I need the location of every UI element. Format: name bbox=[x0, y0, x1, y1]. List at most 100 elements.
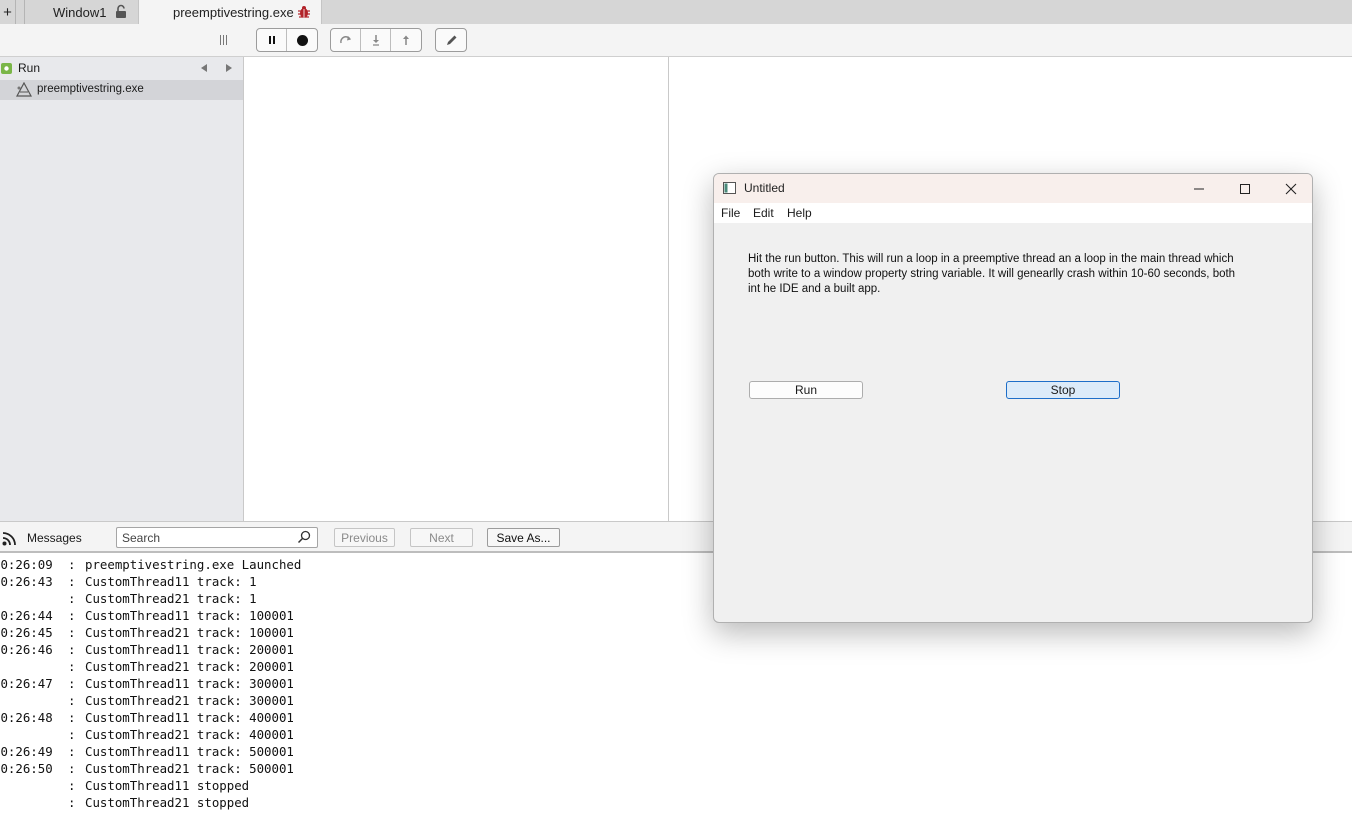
log-timestamp: 20:26:47 bbox=[0, 676, 53, 691]
pause-button[interactable] bbox=[257, 29, 287, 51]
log-timestamp: 20:26:49 bbox=[0, 744, 53, 759]
log-line: 20:26:09: preemptivestring.exe Launched bbox=[0, 555, 712, 572]
next-button[interactable]: Next bbox=[410, 528, 473, 547]
log-message: CustomThread11 track: 500001 bbox=[85, 744, 294, 759]
search-input[interactable] bbox=[117, 528, 287, 547]
minimize-icon[interactable] bbox=[1192, 182, 1206, 196]
log-message: CustomThread21 track: 400001 bbox=[85, 727, 294, 742]
menu-file[interactable]: File bbox=[721, 206, 740, 220]
log-line: 20:26:49: CustomThread11 track: 500001 bbox=[0, 742, 712, 759]
close-icon[interactable] bbox=[1283, 181, 1299, 197]
log-timestamp: 20:26:44 bbox=[0, 608, 53, 623]
pause-icon bbox=[268, 36, 275, 44]
log-message: CustomThread21 track: 1 bbox=[85, 591, 257, 606]
log-message: CustomThread21 track: 300001 bbox=[85, 693, 294, 708]
log-separator: : bbox=[68, 693, 76, 708]
grip-icon[interactable] bbox=[219, 34, 229, 46]
add-tab-button[interactable]: + bbox=[0, 0, 16, 24]
log-separator: : bbox=[68, 676, 76, 691]
log-message: CustomThread11 track: 300001 bbox=[85, 676, 294, 691]
log-line: 20:26:46: CustomThread11 track: 200001 bbox=[0, 640, 712, 657]
search-icon[interactable] bbox=[297, 530, 311, 544]
log-message: CustomThread11 track: 100001 bbox=[85, 608, 294, 623]
lock-icon[interactable] bbox=[115, 4, 127, 19]
stop-button[interactable] bbox=[287, 29, 317, 51]
log-separator: : bbox=[68, 727, 76, 742]
step-control-group bbox=[330, 28, 422, 52]
log-separator: : bbox=[68, 744, 76, 759]
log-line: 20:26:45: CustomThread21 track: 100001 bbox=[0, 623, 712, 640]
log-separator: : bbox=[68, 795, 76, 810]
log-timestamp: 20:26:45 bbox=[0, 625, 53, 640]
log-line: : CustomThread21 track: 400001 bbox=[0, 725, 712, 742]
stop-icon bbox=[296, 34, 308, 46]
window-app-icon bbox=[723, 182, 736, 194]
app-window-untitled: Untitled File Edit Help Hit the run butt… bbox=[713, 173, 1313, 623]
log-separator: : bbox=[68, 574, 76, 589]
tab-preemptivestring[interactable]: preemptivestring.exe bbox=[138, 0, 322, 24]
edit-control-group bbox=[435, 28, 467, 52]
log-separator: : bbox=[68, 778, 76, 793]
step-in-icon bbox=[372, 35, 379, 46]
log-line: : CustomThread11 stopped bbox=[0, 776, 712, 793]
menu-edit[interactable]: Edit bbox=[753, 206, 774, 220]
tab-bar: + Window1 preemptivestring.exe bbox=[0, 0, 1352, 24]
sidebar-header[interactable]: Run bbox=[0, 57, 243, 79]
maximize-icon[interactable] bbox=[1238, 182, 1252, 196]
log-line: 20:26:50: CustomThread21 track: 500001 bbox=[0, 759, 712, 776]
step-out-icon bbox=[403, 35, 409, 45]
sidebar-item-label: preemptivestring.exe bbox=[37, 83, 144, 95]
log-separator: : bbox=[68, 608, 76, 623]
messages-search bbox=[116, 527, 318, 548]
log-message: CustomThread21 stopped bbox=[85, 795, 250, 810]
step-over-button[interactable] bbox=[331, 29, 361, 51]
log-separator: : bbox=[68, 642, 76, 657]
run-control-group bbox=[256, 28, 318, 52]
editor-pane-divider[interactable] bbox=[668, 57, 669, 521]
tab-preemptivestring-label: preemptivestring.exe bbox=[173, 4, 294, 20]
messages-label: Messages bbox=[27, 531, 82, 545]
log-message: preemptivestring.exe Launched bbox=[85, 557, 302, 572]
log-separator: : bbox=[68, 710, 76, 725]
nav-forward-icon[interactable] bbox=[224, 63, 234, 73]
sidebar-item-preemptivestring[interactable]: preemptivestring.exe bbox=[0, 80, 243, 100]
run-button[interactable]: Run bbox=[749, 381, 863, 399]
log-message: CustomThread21 track: 500001 bbox=[85, 761, 294, 776]
log-timestamp: 20:26:09 bbox=[0, 557, 53, 572]
log-separator: : bbox=[68, 591, 76, 606]
step-in-button[interactable] bbox=[361, 29, 391, 51]
log-separator: : bbox=[68, 659, 76, 674]
log-message: CustomThread11 track: 200001 bbox=[85, 642, 294, 657]
app-window-title: Untitled bbox=[744, 181, 785, 195]
navigator-sidebar: Run preemptivestring.exe bbox=[0, 57, 244, 521]
log-message: CustomThread11 track: 1 bbox=[85, 574, 257, 589]
pencil-icon bbox=[446, 35, 456, 45]
previous-button[interactable]: Previous bbox=[334, 528, 395, 547]
stop-button-app[interactable]: Stop bbox=[1006, 381, 1120, 399]
bug-icon bbox=[298, 6, 310, 18]
log-timestamp: 20:26:48 bbox=[0, 710, 53, 725]
rss-feed-icon bbox=[2, 532, 16, 546]
log-message: CustomThread21 track: 100001 bbox=[85, 625, 294, 640]
log-separator: : bbox=[68, 557, 76, 572]
log-line: 20:26:43: CustomThread11 track: 1 bbox=[0, 572, 712, 589]
app-icon bbox=[15, 82, 33, 97]
nav-back-icon[interactable] bbox=[199, 63, 209, 73]
run-badge-icon bbox=[1, 63, 12, 74]
log-line: : CustomThread21 track: 1 bbox=[0, 589, 712, 606]
log-timestamp: 20:26:50 bbox=[0, 761, 53, 776]
log-line: 20:26:44: CustomThread11 track: 100001 bbox=[0, 606, 712, 623]
messages-console[interactable]: 20:26:09:preemptivestring.exe Launched20… bbox=[0, 555, 712, 834]
log-line: 20:26:47: CustomThread11 track: 300001 bbox=[0, 674, 712, 691]
tab-window1-label: Window1 bbox=[53, 4, 107, 20]
edit-code-button[interactable] bbox=[436, 29, 466, 51]
log-message: CustomThread11 stopped bbox=[85, 778, 250, 793]
app-window-titlebar[interactable]: Untitled bbox=[714, 174, 1312, 203]
menu-help[interactable]: Help bbox=[787, 206, 812, 220]
tab-window1[interactable]: Window1 bbox=[24, 0, 138, 24]
log-line: : CustomThread21 track: 300001 bbox=[0, 691, 712, 708]
description-label: Hit the run button. This will run a loop… bbox=[748, 253, 1236, 295]
save-as-button[interactable]: Save As... bbox=[487, 528, 560, 547]
step-out-button[interactable] bbox=[391, 29, 421, 51]
log-line: 20:26:48: CustomThread11 track: 400001 bbox=[0, 708, 712, 725]
